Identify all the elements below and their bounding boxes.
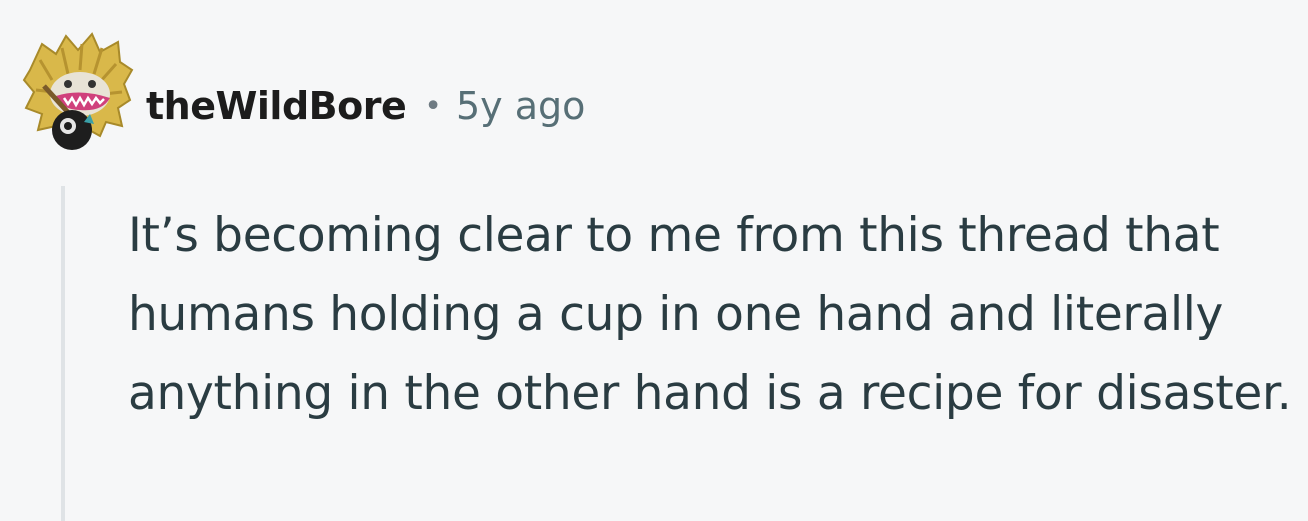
comment: theWildBore • 5y ago It’s becoming clear… — [0, 0, 1308, 521]
avatar-monster-icon — [22, 32, 134, 150]
thread-line[interactable] — [61, 186, 65, 521]
comment-meta: theWildBore • 5y ago — [146, 78, 585, 134]
author-username[interactable]: theWildBore — [146, 84, 407, 128]
comment-timestamp[interactable]: 5y ago — [456, 84, 585, 128]
comment-body: It’s becoming clear to me from this thre… — [128, 208, 1292, 421]
meta-separator: • — [424, 88, 442, 124]
user-avatar[interactable] — [22, 30, 134, 154]
